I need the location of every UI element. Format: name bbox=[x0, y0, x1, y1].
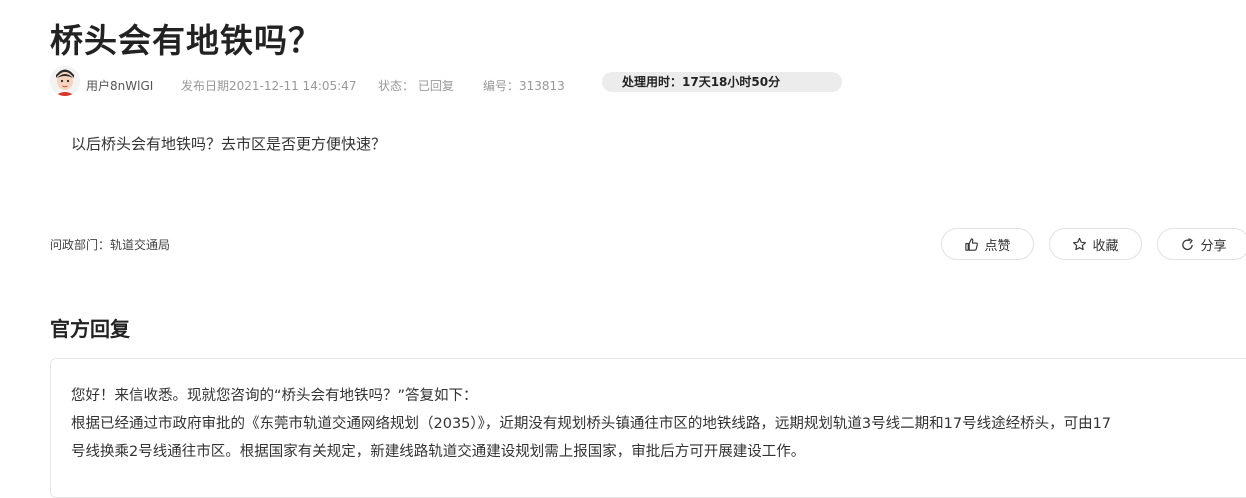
share-label: 分享 bbox=[1200, 238, 1227, 254]
page-title: 桥头会有地铁吗？ bbox=[50, 21, 322, 60]
thumbs-up-icon bbox=[965, 237, 979, 251]
favorite-button[interactable]: 收藏 bbox=[1049, 228, 1142, 260]
publish-date: 发布日期2021-12-11 14:05:47 bbox=[181, 79, 357, 93]
ticket-number: 编号：313813 bbox=[483, 79, 565, 93]
department-label: 问政部门：轨道交通局 bbox=[50, 238, 171, 252]
share-icon bbox=[1182, 237, 1194, 250]
reply-body-line1: 根据已经通过市政府审批的《东莞市轨道交通网络规划（2035）》，近期没有规划桥头… bbox=[71, 416, 1112, 432]
share-button[interactable]: 分享 bbox=[1157, 228, 1246, 260]
question-text: 以后桥头会有地铁吗？去市区是否更方便快速？ bbox=[71, 135, 387, 153]
processing-time-badge: 处理用时：17天18小时50分 bbox=[602, 72, 842, 92]
star-icon bbox=[1073, 237, 1087, 250]
avatar-icon bbox=[50, 66, 80, 96]
avatar[interactable] bbox=[50, 66, 80, 96]
official-reply-box: 您好！来信收悉。现就您咨询的“桥头会有地铁吗？”答复如下： 根据已经通过市政府审… bbox=[50, 358, 1246, 498]
username[interactable]: 用户8nWlGI bbox=[86, 77, 153, 94]
reply-greeting: 您好！来信收悉。现就您咨询的“桥头会有地铁吗？”答复如下： bbox=[71, 388, 478, 404]
official-reply-heading: 官方回复 bbox=[50, 317, 130, 341]
favorite-label: 收藏 bbox=[1092, 238, 1119, 254]
meta-row: 用户8nWlGI 发布日期2021-12-11 14:05:47 状态： 已回复… bbox=[50, 66, 850, 98]
reply-body-line2: 号线换乘2号线通往市区。根据国家有关规定，新建线路轨道交通建设规划需上报国家，审… bbox=[71, 444, 806, 460]
status-text: 状态： 已回复 bbox=[378, 79, 454, 93]
like-button[interactable]: 点赞 bbox=[941, 228, 1034, 260]
like-label: 点赞 bbox=[984, 238, 1011, 254]
